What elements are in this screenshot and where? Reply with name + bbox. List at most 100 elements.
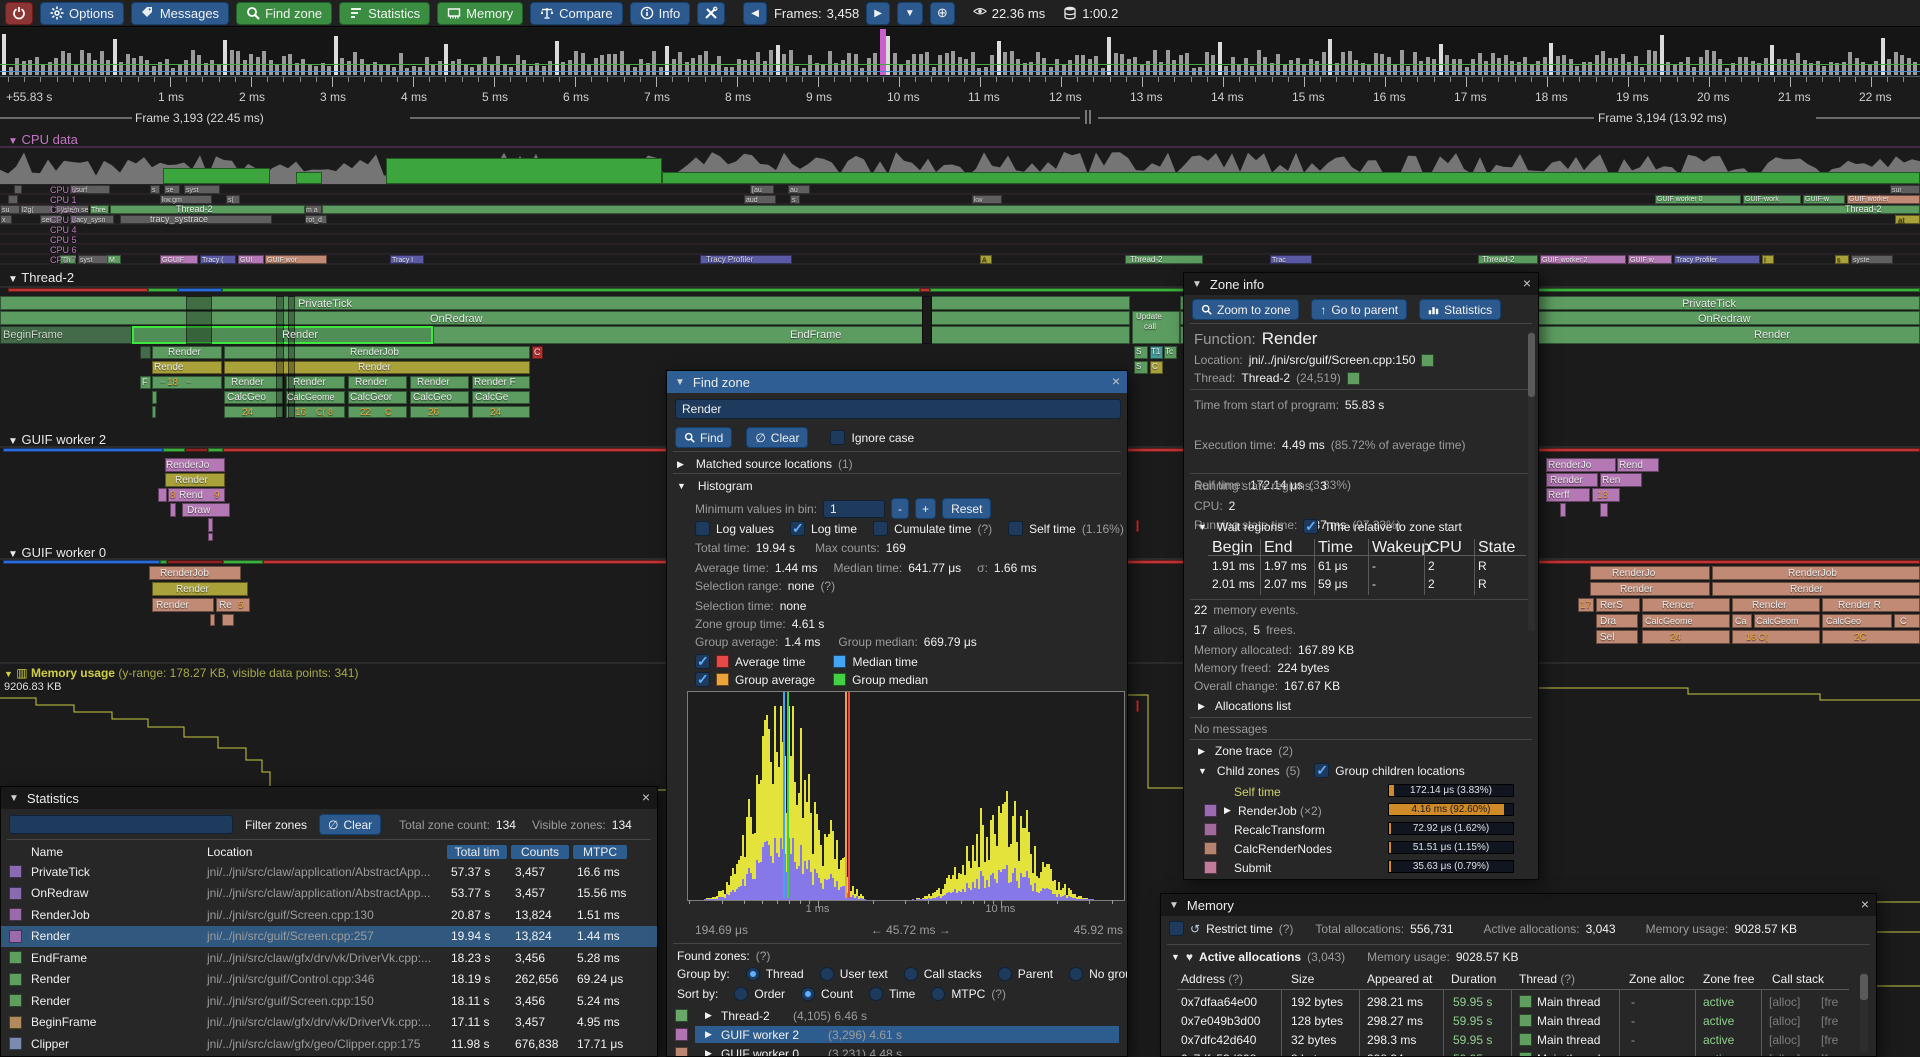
tools-button[interactable] <box>697 2 725 25</box>
timeline-zone[interactable] <box>288 296 295 418</box>
memory-button[interactable]: Memory <box>437 2 523 25</box>
radio-thread[interactable] <box>746 967 760 981</box>
timeline-zone[interactable] <box>1089 110 1091 124</box>
power-button[interactable] <box>5 2 33 25</box>
timeline-zone[interactable] <box>1894 614 1920 628</box>
timeline-zone[interactable] <box>1478 255 1538 264</box>
timeline-zone[interactable] <box>20 205 53 214</box>
timeline-zone[interactable] <box>348 376 407 389</box>
timeline-zone[interactable] <box>0 326 132 344</box>
min-bin-input[interactable]: 1 <box>823 500 885 518</box>
timeline-zone[interactable] <box>152 346 222 359</box>
timeline-zone[interactable] <box>1642 630 1730 644</box>
timeline-zone[interactable] <box>276 296 284 418</box>
filter-input[interactable] <box>9 815 233 834</box>
worker0-header[interactable]: ▼ GUIF worker 0 <box>8 545 106 560</box>
zone-group-row[interactable]: ▶ GUIF worker 0(3,231) 4.48 s <box>667 1045 1128 1057</box>
timeline-zone[interactable] <box>1712 566 1920 580</box>
radio-parent[interactable] <box>998 967 1012 981</box>
timeline-zone[interactable] <box>70 185 110 194</box>
timeline-zone[interactable] <box>120 215 272 224</box>
min-bin-plus-button[interactable]: + <box>915 498 936 519</box>
timeline-zone[interactable] <box>1592 488 1620 502</box>
timeline-zone[interactable] <box>1150 346 1163 359</box>
timeline-zone[interactable] <box>433 326 1130 344</box>
timeline-zone[interactable] <box>1085 110 1087 124</box>
timeline-zone[interactable] <box>158 488 167 502</box>
radio-no-groupi[interactable] <box>1069 967 1083 981</box>
frame-dropdown-button[interactable]: ▼ <box>897 2 923 25</box>
timeline-zone[interactable] <box>296 172 322 184</box>
timeline-zone[interactable] <box>700 255 792 264</box>
expanded-icon[interactable]: ▼ <box>677 481 686 491</box>
timeline-zone[interactable] <box>1655 195 1741 204</box>
zone-info-titlebar[interactable]: ▼Zone info× <box>1184 273 1538 295</box>
timeline-zone[interactable] <box>184 185 220 194</box>
clear-button[interactable]: ∅Clear <box>746 427 808 448</box>
col-location[interactable]: Location <box>207 845 252 859</box>
timeline-zone[interactable] <box>149 566 241 580</box>
timeline-zone[interactable] <box>40 215 62 224</box>
radio-order[interactable] <box>734 987 748 1001</box>
ignore-case-checkbox[interactable] <box>830 430 845 445</box>
timeline-zone[interactable] <box>60 255 76 264</box>
timeline-zone[interactable] <box>972 195 1002 204</box>
close-icon[interactable]: × <box>642 789 650 805</box>
prev-frame-button[interactable]: ◀ <box>743 2 767 25</box>
timeline-zone[interactable] <box>1540 255 1626 264</box>
source-swatch[interactable] <box>1421 354 1434 367</box>
thread2-header[interactable]: ▼ Thread-2 <box>8 270 74 285</box>
find-zone-query-input[interactable]: Render <box>675 399 1121 419</box>
timeline-zone[interactable] <box>107 255 121 264</box>
timeline-zone[interactable] <box>1674 255 1760 264</box>
log-values-checkbox[interactable] <box>695 521 710 536</box>
timeline-zone[interactable] <box>1851 255 1893 264</box>
timeline-zone[interactable] <box>1546 473 1598 487</box>
timeline-zone[interactable] <box>305 205 322 214</box>
timeline-zone[interactable] <box>920 288 930 292</box>
compare-button[interactable]: Compare <box>530 2 622 25</box>
timeline-zone[interactable] <box>1270 255 1312 264</box>
memory-titlebar[interactable]: ▼Memory× <box>1161 894 1876 916</box>
timeline-zone[interactable] <box>0 205 20 214</box>
col-counts[interactable]: Counts <box>511 845 569 859</box>
timeline-zone[interactable] <box>1822 630 1920 644</box>
statistics-titlebar[interactable]: ▼Statistics× <box>1 787 657 809</box>
stats-row[interactable]: EndFramejni/../jni/src/claw/gfx/drv/vk/D… <box>1 947 658 968</box>
timeline-zone[interactable] <box>167 560 223 564</box>
timeline-zone[interactable] <box>222 614 234 626</box>
cpu-data-header[interactable]: ▼ CPU data <box>8 132 78 147</box>
find-button[interactable]: Find <box>675 427 732 448</box>
timeline-zone[interactable] <box>410 391 469 404</box>
timeline-zone[interactable] <box>14 185 22 194</box>
find-zone-histogram[interactable] <box>687 691 1125 901</box>
timeline-zone[interactable] <box>305 215 327 224</box>
timeline-zone[interactable] <box>1578 598 1594 612</box>
restrict-time-checkbox[interactable] <box>1169 921 1184 936</box>
timeline-zone[interactable] <box>165 458 225 472</box>
zone-trace[interactable]: Zone trace <box>1215 744 1272 758</box>
goto-frame-button[interactable]: ⊕ <box>930 2 955 25</box>
radio-mtpc[interactable] <box>931 987 945 1001</box>
timeline-zone[interactable] <box>662 172 1920 184</box>
timeline-zone[interactable] <box>750 185 774 194</box>
timeline-zone[interactable] <box>1628 255 1672 264</box>
timeline-zone[interactable] <box>164 185 180 194</box>
expanded-icon[interactable]: ▼ <box>1171 952 1180 962</box>
self-time-checkbox[interactable] <box>1008 521 1023 536</box>
show-group-checkbox[interactable] <box>695 672 710 687</box>
timeline-zone[interactable] <box>160 195 212 204</box>
timeline-zone[interactable] <box>78 255 108 264</box>
timeline-zone[interactable] <box>1596 614 1638 628</box>
timeline-zone[interactable] <box>222 288 920 292</box>
child-zone-row[interactable]: Submit35.63 μs (0.79%) <box>1184 859 1539 876</box>
timeline-zone[interactable] <box>1596 598 1640 612</box>
zone-location[interactable]: jni/../jni/src/guif/Screen.cpp:150 <box>1249 353 1416 367</box>
timeline-zone[interactable] <box>152 406 156 418</box>
timeline-zone[interactable] <box>90 205 109 214</box>
timeline-zone[interactable] <box>224 391 283 404</box>
timeline-zone[interactable] <box>386 158 662 184</box>
go-to-parent-button[interactable]: ↑Go to parent <box>1311 299 1407 320</box>
close-icon[interactable]: × <box>1523 275 1531 291</box>
expanded-icon[interactable]: ▼ <box>1198 522 1207 532</box>
